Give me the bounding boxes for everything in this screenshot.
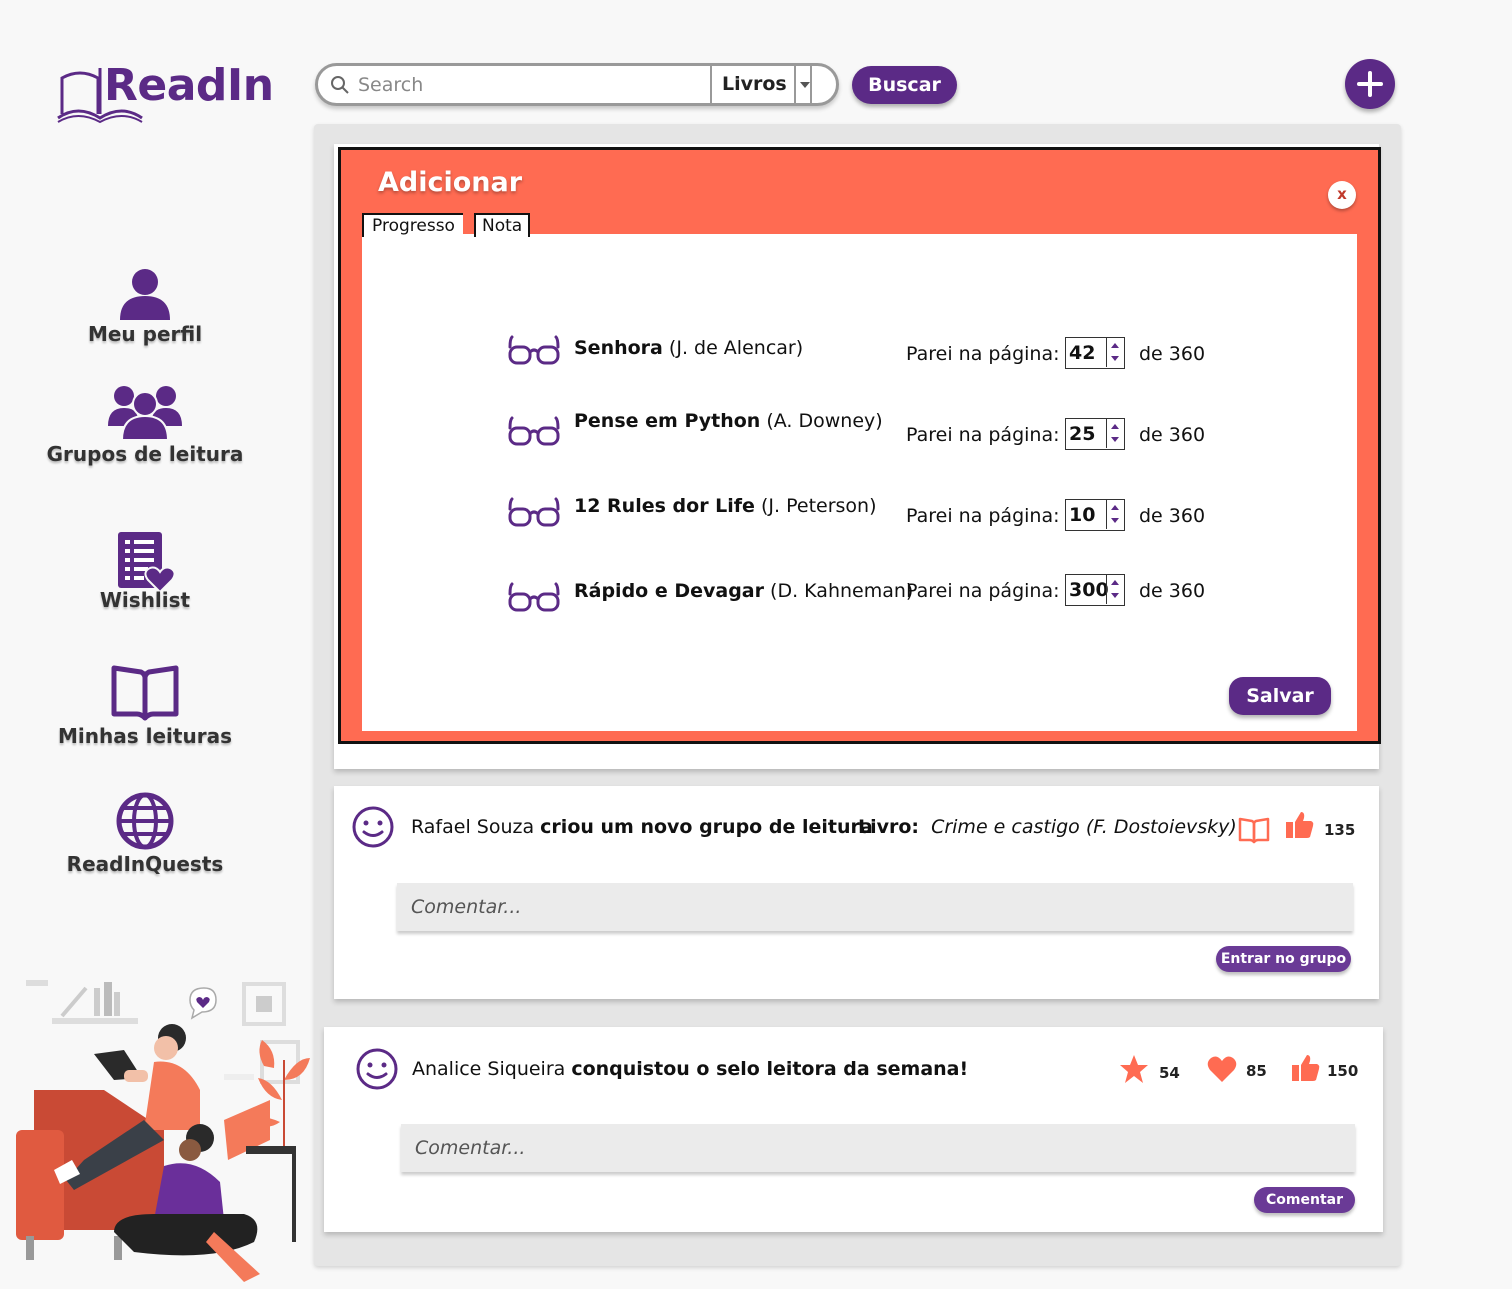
post-book-title[interactable]: Crime e castigo (F. Dostoievsky) (931, 816, 1237, 838)
heart-count: 85 (1246, 1062, 1267, 1080)
page-total: de 360 (1139, 343, 1206, 365)
sidebar-item-label: ReadInQuests (66, 852, 224, 876)
post-book-label: Livro: (858, 816, 920, 838)
comment-button[interactable]: Comentar (1254, 1187, 1355, 1213)
save-button[interactable]: Salvar (1229, 677, 1331, 715)
sidebar-item-meu-perfil[interactable]: Meu perfil (30, 266, 260, 346)
search-icon (331, 76, 349, 94)
comment-input[interactable] (401, 1124, 1355, 1172)
search-bar: Livros (315, 63, 839, 106)
close-icon[interactable]: x (1328, 181, 1356, 209)
open-book-icon (111, 665, 179, 721)
glasses-icon (508, 335, 560, 365)
page-total: de 360 (1139, 424, 1206, 446)
page-number-stepper[interactable]: 42 (1065, 337, 1125, 369)
logo-text: ReadIn (104, 60, 274, 111)
globe-icon (116, 792, 174, 850)
page-total: de 360 (1139, 505, 1206, 527)
glasses-icon (508, 582, 560, 612)
page-total: de 360 (1139, 580, 1206, 602)
book-progress-row: Rápido e Devagar (D. Kahneman) Parei na … (508, 574, 1268, 622)
post-book: Livro: Crime e castigo (F. Dostoievsky) (858, 816, 1237, 838)
search-button[interactable]: Buscar (852, 66, 957, 104)
search-input[interactable] (358, 72, 698, 98)
post-action: conquistou o selo leitora da semana! (571, 1058, 969, 1080)
feed-post: Rafael Souza criou um novo grupo de leit… (334, 786, 1379, 999)
feed-post: Analice Siqueira conquistou o selo leito… (324, 1027, 1383, 1232)
app-logo[interactable]: ReadIn (54, 58, 274, 130)
chevron-down-icon[interactable] (794, 66, 812, 103)
book-title: Senhora (J. de Alencar) (574, 337, 804, 359)
post-user[interactable]: Rafael Souza (411, 816, 534, 838)
book-progress-row: Senhora (J. de Alencar) Parei na página:… (508, 327, 1268, 375)
open-book-icon[interactable] (1238, 816, 1270, 844)
page-number-stepper[interactable]: 25 (1065, 418, 1125, 450)
like-count: 150 (1327, 1062, 1359, 1080)
thumbs-up-icon[interactable] (1290, 1053, 1320, 1083)
add-button[interactable] (1345, 59, 1395, 109)
post-user[interactable]: Analice Siqueira (412, 1058, 565, 1080)
like-count: 135 (1324, 821, 1356, 839)
sidebar-item-label: Wishlist (99, 588, 191, 612)
sidebar-item-label: Minhas leituras (58, 724, 232, 748)
book-progress-row: 12 Rules dor Life (J. Peterson) Parei na… (508, 489, 1268, 537)
sidebar-item-minhas-leituras[interactable]: Minhas leituras (30, 664, 260, 748)
book-title: 12 Rules dor Life (J. Peterson) (574, 495, 877, 517)
page-label: Parei na página: (906, 505, 1060, 527)
reading-people-illustration (16, 980, 310, 1282)
page-label: Parei na página: (906, 424, 1060, 446)
comment-input[interactable] (397, 883, 1353, 931)
thumbs-up-icon[interactable] (1284, 810, 1314, 840)
modal-body: Senhora (J. de Alencar) Parei na página:… (362, 234, 1357, 731)
sidebar-item-grupos-de-leitura[interactable]: Grupos de leitura (30, 382, 260, 466)
user-icon (120, 269, 170, 320)
sidebar-item-label: Meu perfil (87, 322, 203, 346)
page-number-stepper[interactable]: 10 (1065, 499, 1125, 531)
smiley-avatar-icon (352, 806, 394, 848)
heart-icon[interactable] (1207, 1055, 1237, 1083)
wishlist-icon (118, 532, 176, 594)
join-group-button[interactable]: Entrar no grupo (1216, 946, 1351, 972)
page-number-stepper[interactable]: 300 (1065, 574, 1125, 606)
star-count: 54 (1159, 1064, 1180, 1082)
page-label: Parei na página: (906, 343, 1060, 365)
sidebar-item-label: Grupos de leitura (46, 442, 244, 466)
group-icon (108, 386, 182, 440)
post-text: Analice Siqueira conquistou o selo leito… (412, 1058, 968, 1080)
star-icon[interactable] (1119, 1054, 1149, 1084)
post-text: Rafael Souza criou um novo grupo de leit… (411, 816, 873, 838)
sidebar-item-readinquests[interactable]: ReadInQuests (30, 792, 260, 876)
smiley-avatar-icon (356, 1048, 398, 1090)
page-label: Parei na página: (906, 580, 1060, 602)
book-progress-row: Pense em Python (A. Downey) Parei na pág… (508, 408, 1268, 456)
tab-progresso[interactable]: Progresso (362, 213, 463, 237)
book-title: Pense em Python (A. Downey) (574, 410, 883, 432)
glasses-icon (508, 416, 560, 446)
modal-title: Adicionar (378, 167, 523, 198)
add-progress-modal: Adicionar x Senhora (J. de Alencar) Pare… (338, 147, 1381, 744)
post-action: criou um novo grupo de leitura (540, 816, 873, 838)
book-title: Rápido e Devagar (D. Kahneman) (574, 580, 914, 602)
glasses-icon (508, 497, 560, 527)
tab-nota[interactable]: Nota (474, 213, 531, 237)
sidebar-item-wishlist[interactable]: Wishlist (30, 530, 260, 612)
